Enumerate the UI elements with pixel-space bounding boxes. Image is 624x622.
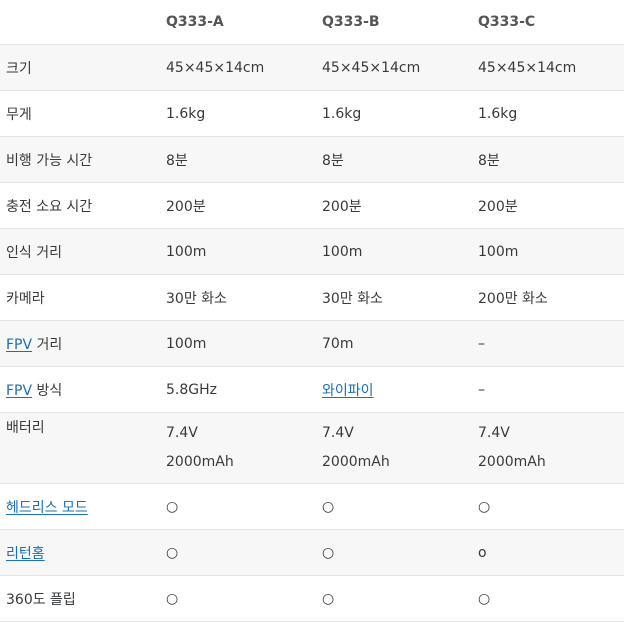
- cell-b: 45×45×14cm: [312, 44, 468, 91]
- row-label: 카메라: [0, 274, 156, 321]
- cell-b: ○: [312, 575, 468, 622]
- header-model-c: Q333-C: [468, 0, 624, 45]
- row-label: 충전 소요 시간: [0, 182, 156, 229]
- headless-mode-link[interactable]: 헤드리스 모드: [6, 500, 88, 516]
- header-model-b: Q333-B: [312, 0, 468, 45]
- cell-a: 100m: [156, 320, 312, 367]
- row-label: 리턴홈: [0, 529, 156, 576]
- cell-a: 5.8GHz: [156, 366, 312, 413]
- wifi-link[interactable]: 와이파이: [322, 383, 374, 399]
- cell-c: 100m: [468, 228, 624, 275]
- return-home-link[interactable]: 리턴홈: [6, 546, 45, 562]
- row-label: 무게: [0, 90, 156, 137]
- row-label: 360도 플립: [0, 575, 156, 622]
- cell-c: ○: [468, 575, 624, 622]
- fpv-link[interactable]: FPV: [6, 383, 32, 399]
- cell-c: –: [468, 366, 624, 413]
- row-label: FPV 방식: [0, 366, 156, 413]
- battery-voltage: 7.4V: [322, 425, 354, 441]
- row-return-home: 리턴홈 ○ ○ o: [0, 529, 624, 576]
- row-label: 비행 가능 시간: [0, 136, 156, 183]
- cell-b: 1.6kg: [312, 90, 468, 137]
- row-label: FPV 거리: [0, 320, 156, 367]
- cell-b: ○: [312, 529, 468, 576]
- row-charge-time: 충전 소요 시간 200분 200분 200분: [0, 182, 624, 229]
- cell-a: 45×45×14cm: [156, 44, 312, 91]
- row-label-rest: 방식: [32, 382, 63, 399]
- battery-capacity: 2000mAh: [478, 454, 546, 470]
- cell-c: 200만 화소: [468, 274, 624, 321]
- cell-b: 7.4V 2000mAh: [312, 412, 468, 484]
- row-label: 헤드리스 모드: [0, 483, 156, 530]
- battery-capacity: 2000mAh: [166, 454, 234, 470]
- battery-voltage: 7.4V: [166, 425, 198, 441]
- row-fpv-range: FPV 거리 100m 70m –: [0, 320, 624, 367]
- cell-c: 45×45×14cm: [468, 44, 624, 91]
- row-label: 크기: [0, 44, 156, 91]
- cell-b: 200분: [312, 182, 468, 229]
- row-battery: 배터리 7.4V 2000mAh 7.4V 2000mAh 7.4V 2000mAh: [0, 412, 624, 484]
- battery-voltage: 7.4V: [478, 425, 510, 441]
- cell-b: ○: [312, 483, 468, 530]
- row-size: 크기 45×45×14cm 45×45×14cm 45×45×14cm: [0, 44, 624, 91]
- row-range: 인식 거리 100m 100m 100m: [0, 228, 624, 275]
- row-fpv-method: FPV 방식 5.8GHz 와이파이 –: [0, 366, 624, 413]
- cell-b: 100m: [312, 228, 468, 275]
- row-camera: 카메라 30만 화소 30만 화소 200만 화소: [0, 274, 624, 321]
- cell-a: 8분: [156, 136, 312, 183]
- cell-b: 70m: [312, 320, 468, 367]
- row-weight: 무게 1.6kg 1.6kg 1.6kg: [0, 90, 624, 137]
- cell-c: o: [468, 529, 624, 576]
- cell-a: 7.4V 2000mAh: [156, 412, 312, 484]
- fpv-link[interactable]: FPV: [6, 337, 32, 353]
- cell-b: 30만 화소: [312, 274, 468, 321]
- row-headless-mode: 헤드리스 모드 ○ ○ ○: [0, 483, 624, 530]
- cell-c: 200분: [468, 182, 624, 229]
- row-flight-time: 비행 가능 시간 8분 8분 8분: [0, 136, 624, 183]
- cell-a: 1.6kg: [156, 90, 312, 137]
- cell-c: –: [468, 320, 624, 367]
- cell-c: ○: [468, 483, 624, 530]
- cell-a: 100m: [156, 228, 312, 275]
- cell-a: ○: [156, 529, 312, 576]
- row-label-rest: 거리: [32, 336, 63, 353]
- cell-c: 8분: [468, 136, 624, 183]
- cell-a: ○: [156, 575, 312, 622]
- spec-table: Q333-A Q333-B Q333-C 크기 45×45×14cm 45×45…: [0, 0, 624, 622]
- cell-c: 1.6kg: [468, 90, 624, 137]
- cell-a: 30만 화소: [156, 274, 312, 321]
- header-model-a: Q333-A: [156, 0, 312, 45]
- header-row: Q333-A Q333-B Q333-C: [0, 0, 624, 45]
- cell-a: ○: [156, 483, 312, 530]
- row-label: 배터리: [0, 412, 156, 484]
- header-empty: [0, 0, 156, 45]
- battery-capacity: 2000mAh: [322, 454, 390, 470]
- row-flip: 360도 플립 ○ ○ ○: [0, 575, 624, 622]
- cell-c: 7.4V 2000mAh: [468, 412, 624, 484]
- cell-a: 200분: [156, 182, 312, 229]
- row-label: 인식 거리: [0, 228, 156, 275]
- cell-b: 8분: [312, 136, 468, 183]
- cell-b: 와이파이: [312, 366, 468, 413]
